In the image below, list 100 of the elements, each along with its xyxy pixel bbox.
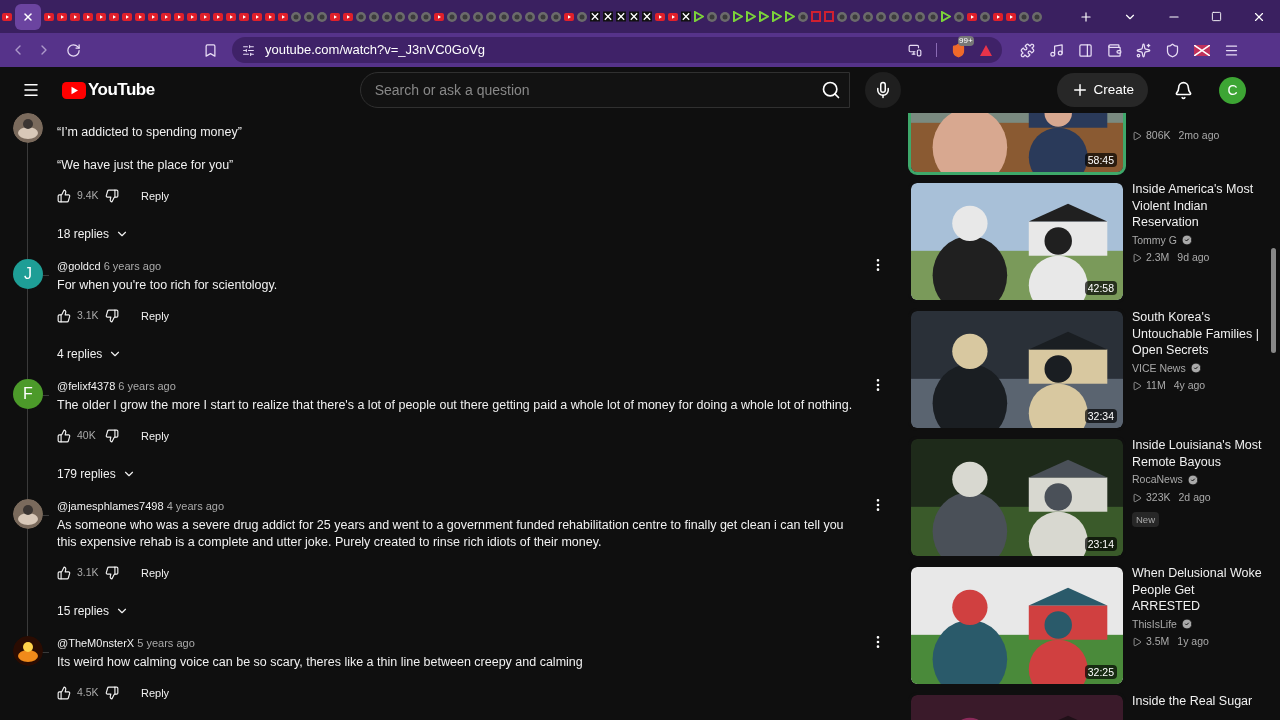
video-thumbnail[interactable]: 32:34 <box>908 308 1126 431</box>
dislike-icon[interactable] <box>105 189 119 203</box>
comment-author[interactable]: @TheM0nsterX <box>57 637 135 649</box>
new-tab-icon[interactable] <box>1079 9 1093 24</box>
menu-icon[interactable] <box>22 81 40 99</box>
like-icon[interactable] <box>57 189 71 203</box>
globe-tab-icon[interactable] <box>304 11 314 22</box>
close-icon[interactable] <box>22 10 34 23</box>
replies-toggle[interactable]: 15 replies <box>57 599 130 623</box>
dislike-icon[interactable] <box>105 686 119 700</box>
globe-tab-icon[interactable] <box>486 11 496 22</box>
dislike-icon[interactable] <box>105 429 119 443</box>
video-tab-icon[interactable] <box>148 12 158 21</box>
bookmark-icon[interactable] <box>203 42 218 58</box>
video-tab-icon[interactable] <box>2 12 12 21</box>
play-tab-icon[interactable] <box>746 11 756 22</box>
reply-button[interactable]: Reply <box>135 184 176 208</box>
replies-toggle[interactable]: 4 replies <box>57 342 123 366</box>
video-tab-icon[interactable] <box>668 12 678 21</box>
video-tab-icon[interactable] <box>252 12 262 21</box>
comment-time[interactable]: 6 years ago <box>103 260 162 272</box>
x-tab-icon[interactable] <box>681 11 691 22</box>
play-tab-icon[interactable] <box>785 11 795 22</box>
video-thumbnail[interactable]: 23:14 <box>908 436 1126 559</box>
video-thumbnail[interactable]: 42:58 <box>908 180 1126 303</box>
extensions-icon[interactable] <box>1020 42 1035 58</box>
video-tab-icon[interactable] <box>1006 12 1016 21</box>
maximize-icon[interactable] <box>1211 11 1222 22</box>
globe-tab-icon[interactable] <box>369 11 379 22</box>
video-tab-icon[interactable] <box>187 12 197 21</box>
video-title[interactable]: South Korea's Untouchable Families | Open Secrets <box>1132 309 1268 359</box>
like-icon[interactable] <box>57 429 71 443</box>
video-tab-icon[interactable] <box>83 12 93 21</box>
globe-tab-icon[interactable] <box>538 11 548 22</box>
channel-name[interactable]: Tommy G <box>1132 232 1177 249</box>
globe-tab-icon[interactable] <box>460 11 470 22</box>
user-avatar[interactable]: F <box>13 379 43 409</box>
video-tab-icon[interactable] <box>70 12 80 21</box>
replies-toggle[interactable]: 179 replies <box>57 462 136 486</box>
menu-icon[interactable] <box>1224 42 1239 58</box>
play-tab-icon[interactable] <box>759 11 769 22</box>
video-tab-icon[interactable] <box>967 12 977 21</box>
video-title[interactable]: Inside Louisiana's Most Remote Bayous <box>1132 437 1268 470</box>
dislike-icon[interactable] <box>105 309 119 323</box>
globe-tab-icon[interactable] <box>902 11 912 22</box>
video-tab-icon[interactable] <box>564 12 574 21</box>
x-tab-icon[interactable] <box>629 11 639 22</box>
play-tab-icon[interactable] <box>733 11 743 22</box>
globe-tab-icon[interactable] <box>512 11 522 22</box>
video-tab-icon[interactable] <box>278 12 288 21</box>
video-tab-icon[interactable] <box>57 12 67 21</box>
channel-name[interactable]: VICE News <box>1132 360 1186 377</box>
square-tab-icon[interactable] <box>811 11 821 22</box>
globe-tab-icon[interactable] <box>863 11 873 22</box>
globe-tab-icon[interactable] <box>395 11 405 22</box>
like-icon[interactable] <box>57 686 71 700</box>
address-bar[interactable]: youtube.com/watch?v=_J3nVC0GoVg 99+ <box>232 37 1002 63</box>
globe-tab-icon[interactable] <box>408 11 418 22</box>
replies-toggle[interactable]: 18 replies <box>57 222 130 246</box>
comment-time[interactable]: 6 years ago <box>118 380 176 392</box>
video-tab-icon[interactable] <box>226 12 236 21</box>
video-tab-icon[interactable] <box>44 12 54 21</box>
reply-button[interactable]: Reply <box>135 424 176 448</box>
video-tab-icon[interactable] <box>655 12 665 21</box>
create-button[interactable]: Create <box>1057 73 1148 107</box>
video-tab-icon[interactable] <box>343 12 353 21</box>
reply-button[interactable]: Reply <box>135 561 176 585</box>
play-tab-icon[interactable] <box>941 11 951 22</box>
reload-icon[interactable] <box>66 42 81 58</box>
video-thumbnail[interactable]: 32:25 <box>908 564 1126 687</box>
like-icon[interactable] <box>57 309 71 323</box>
cast-icon[interactable] <box>908 43 922 57</box>
video-tab-icon[interactable] <box>96 12 106 21</box>
notifications-icon[interactable] <box>1174 80 1193 100</box>
shield-icon[interactable] <box>951 42 966 58</box>
video-tab-icon[interactable] <box>200 12 210 21</box>
video-tab-icon[interactable] <box>993 12 1003 21</box>
video-tab-icon[interactable] <box>330 12 340 21</box>
globe-tab-icon[interactable] <box>1032 11 1042 22</box>
dislike-icon[interactable] <box>105 566 119 580</box>
globe-tab-icon[interactable] <box>837 11 847 22</box>
globe-tab-icon[interactable] <box>889 11 899 22</box>
video-tab-icon[interactable] <box>174 12 184 21</box>
globe-tab-icon[interactable] <box>499 11 509 22</box>
video-tab-icon[interactable] <box>122 12 132 21</box>
video-thumbnail[interactable]: 58:45 <box>908 113 1126 175</box>
x-tab-icon[interactable] <box>590 11 600 22</box>
sidebar-icon[interactable] <box>1078 42 1093 58</box>
comment-time[interactable]: 4 years ago <box>166 500 225 512</box>
video-title[interactable]: When Delusional Woke People Get ARRESTED <box>1132 565 1268 615</box>
comment-time[interactable]: 5 years ago <box>137 637 195 649</box>
music-icon[interactable] <box>1049 42 1064 58</box>
like-icon[interactable] <box>57 566 71 580</box>
x-tab-icon[interactable] <box>603 11 613 22</box>
reply-button[interactable]: Reply <box>135 681 176 705</box>
flag-icon[interactable] <box>1194 44 1210 56</box>
video-tab-icon[interactable] <box>135 12 145 21</box>
globe-tab-icon[interactable] <box>382 11 392 22</box>
play-tab-icon[interactable] <box>772 11 782 22</box>
site-settings-icon[interactable] <box>242 43 255 57</box>
